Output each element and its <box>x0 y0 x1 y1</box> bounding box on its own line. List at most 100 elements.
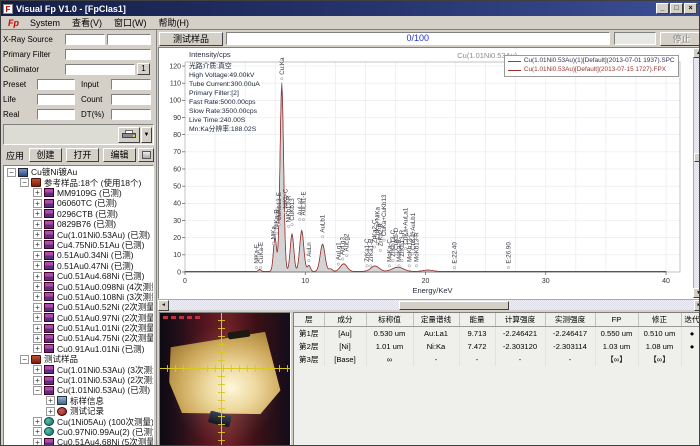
stop-button[interactable]: 停止 <box>660 32 700 46</box>
preset-label: Preset <box>3 80 35 89</box>
tree-expander-icon[interactable]: + <box>33 438 42 446</box>
menu-item[interactable]: 查看(V) <box>66 18 108 28</box>
info-line: 光路介质:真空 <box>189 63 260 72</box>
tree-expander-icon[interactable]: + <box>33 199 42 208</box>
printer-button[interactable] <box>118 127 140 143</box>
open-button[interactable]: 打开 <box>66 148 99 162</box>
svg-text:30: 30 <box>173 218 181 225</box>
table-cell: 1.08 um <box>638 340 681 353</box>
tree-expander-icon[interactable]: + <box>33 365 42 374</box>
table-cell: -2.246421 <box>495 327 545 341</box>
tree-expander-icon[interactable]: − <box>20 178 29 187</box>
tree-item[interactable]: +Cu0.51Au4.68Ni (5次测量) <box>4 437 153 446</box>
tree-expander-icon[interactable]: + <box>33 282 42 291</box>
legend-label: Cu(1.01Ni0.53Au)(1)[Default](2013-07-01 … <box>524 57 675 66</box>
disk-icon <box>142 151 151 159</box>
measure-count-field[interactable] <box>614 32 656 45</box>
life-field[interactable] <box>37 94 75 105</box>
window-title: Visual Fp V1.0 - [FpClas1] <box>16 4 655 14</box>
dt-field[interactable] <box>111 109 151 120</box>
tree-expander-icon[interactable]: + <box>33 313 42 322</box>
tree-expander-icon[interactable]: − <box>33 386 42 395</box>
table-row[interactable]: 第3层[Base]∞----【∞】【∞】 <box>294 353 700 366</box>
tree-expander-icon[interactable]: + <box>33 292 42 301</box>
real-field[interactable] <box>37 109 75 120</box>
table-row[interactable]: 第2层[Ni]1.01 umNi:Ka7.472-2.303120-2.3031… <box>294 340 700 353</box>
count-field[interactable] <box>111 94 151 105</box>
info-line: High Voltage:49.00kV <box>189 72 260 81</box>
tree-expander-icon[interactable]: + <box>33 427 42 436</box>
legend-entry: Cu(1.01Ni0.53Au)[Default](2013-07-15 172… <box>508 66 675 75</box>
menu-item[interactable]: System <box>24 18 66 28</box>
table-cell: 第3层 <box>294 353 324 366</box>
tree-expander-icon[interactable]: + <box>33 220 42 229</box>
scroll-left-icon[interactable]: ◄ <box>158 300 169 311</box>
tree-expander-icon[interactable]: + <box>33 251 42 260</box>
tree-item[interactable]: +Cu0.91Au1.01Ni (已测) <box>4 344 153 354</box>
table-cell: - <box>413 353 459 366</box>
collimator-button[interactable]: 1 <box>137 63 150 75</box>
menu-item[interactable]: 帮助(H) <box>153 18 196 28</box>
sample-icon <box>44 313 54 322</box>
tree-expander-icon[interactable]: + <box>33 417 42 426</box>
tree-expander-icon[interactable]: + <box>33 303 42 312</box>
tree-expander-icon[interactable]: + <box>33 240 42 249</box>
menu-item[interactable]: 窗口(W) <box>108 18 153 28</box>
preset-field[interactable] <box>37 79 75 90</box>
horizontal-scroll-thumb[interactable] <box>399 301 509 310</box>
sample-icon <box>44 292 54 301</box>
tree-expander-icon[interactable]: + <box>33 344 42 353</box>
chart-vertical-scrollbar[interactable]: ▲ ▼ <box>693 48 700 298</box>
tree-expander-icon[interactable]: + <box>33 272 42 281</box>
scroll-right-icon[interactable]: ► <box>694 300 700 311</box>
info-line: Live Time:240.00S <box>189 117 260 126</box>
tree-expander-icon[interactable]: + <box>33 230 42 239</box>
menu-items: System查看(V)窗口(W)帮助(H) <box>24 16 195 29</box>
xray-source-field-1[interactable] <box>65 34 105 45</box>
input-field[interactable] <box>111 79 151 90</box>
tree-expander-icon[interactable]: + <box>33 188 42 197</box>
tree-expander-icon[interactable]: + <box>46 396 55 405</box>
tree-expander-icon[interactable]: − <box>7 168 16 177</box>
tree-expander-icon[interactable]: + <box>33 334 42 343</box>
sample-icon <box>44 334 54 343</box>
save-icon-button[interactable] <box>138 148 154 162</box>
sample-icon <box>44 303 54 312</box>
maximize-button[interactable]: □ <box>670 3 683 14</box>
table-cell: 9.713 <box>459 327 495 341</box>
fp-child-window-icon[interactable]: Fp <box>3 18 24 28</box>
tree-expander-icon[interactable]: + <box>33 376 42 385</box>
device-dropdown-button[interactable]: ▼ <box>141 127 152 143</box>
table-row[interactable]: 第1层[Au]0.530 umAu:La19.713-2.246421-2.24… <box>294 327 700 341</box>
test-sample-tab[interactable]: 测试样品 <box>159 32 223 46</box>
tree-expander-icon[interactable]: + <box>46 407 55 416</box>
legend-line-swatch <box>508 61 521 62</box>
tree-expander-icon[interactable]: − <box>20 355 29 364</box>
svg-text:Cu:Ka: Cu:Ka <box>279 57 286 75</box>
sample-camera-view[interactable] <box>159 312 291 446</box>
svg-text:AuLn: AuLn <box>306 242 313 257</box>
primary-filter-field[interactable] <box>65 49 151 60</box>
chart-horizontal-scrollbar[interactable]: ◄ ► <box>158 299 700 310</box>
tree-expander-icon[interactable]: + <box>33 209 42 218</box>
apply-button[interactable]: 应用 <box>3 149 27 162</box>
collimator-field[interactable] <box>65 64 135 75</box>
table-cell: - <box>459 353 495 366</box>
tree-expander-icon[interactable]: + <box>33 324 42 333</box>
table-header: 标称值 <box>366 313 413 327</box>
edit-button[interactable]: 编辑 <box>103 148 136 162</box>
vertical-scroll-thumb[interactable] <box>694 153 700 162</box>
create-button[interactable]: 创建 <box>29 148 62 162</box>
close-button[interactable]: × <box>684 3 697 14</box>
table-header: 迭代 <box>681 313 700 327</box>
table-cell: Ni:Ka <box>413 340 459 353</box>
scroll-up-icon[interactable]: ▲ <box>693 48 700 58</box>
scroll-down-icon[interactable]: ▼ <box>693 288 700 298</box>
spectrum-chart[interactable]: 0102030400102030405060708090100110120NiK… <box>159 48 693 298</box>
xray-source-field-2[interactable] <box>107 34 151 45</box>
count-label: Count <box>81 95 109 104</box>
minimize-button[interactable]: _ <box>656 3 669 14</box>
svg-text:Energy/KeV: Energy/KeV <box>412 286 452 295</box>
tree-expander-icon[interactable]: + <box>33 261 42 270</box>
sample-tree: −Cu镀Ni镀Au−参考样品:18个 (使用18个)+MM9109G (已测)+… <box>3 165 154 446</box>
